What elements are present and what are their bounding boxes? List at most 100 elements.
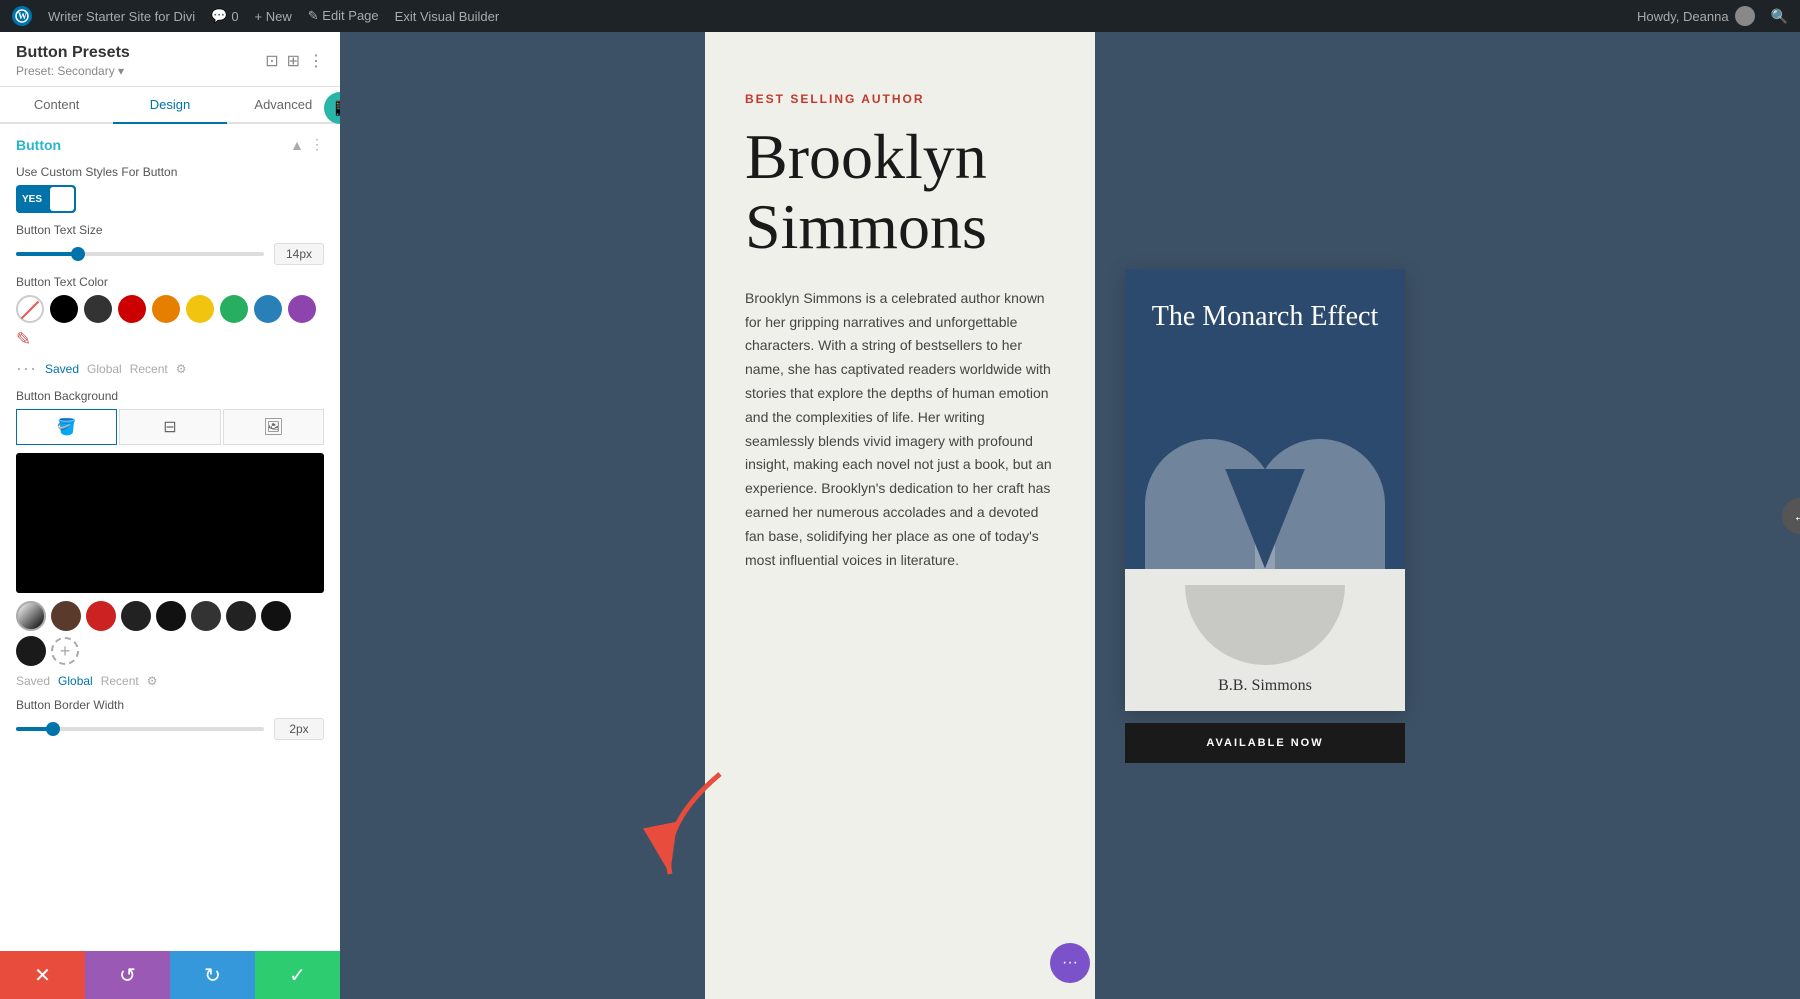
text-size-slider-track[interactable] xyxy=(16,252,264,256)
dark-color-picker-icon[interactable] xyxy=(16,601,46,631)
color-swatch-green[interactable] xyxy=(220,295,248,323)
save-button[interactable]: ✓ xyxy=(255,951,340,999)
bg-label: Button Background xyxy=(16,389,324,403)
book-cover: The Monarch Effect xyxy=(1125,269,1405,569)
howdy-text: Howdy, Deanna xyxy=(1637,9,1729,24)
preset-dots-1[interactable]: ··· xyxy=(16,358,37,379)
color-swatch-blue[interactable] xyxy=(254,295,282,323)
border-width-slider-row: 2px xyxy=(16,718,324,740)
preset-settings-2[interactable]: ⚙ xyxy=(147,674,158,688)
wp-admin-bar: W Writer Starter Site for Divi 💬 0 + New… xyxy=(0,0,1800,32)
new-button[interactable]: + New xyxy=(255,9,292,24)
dark-swatch-6[interactable] xyxy=(16,636,46,666)
redo-button[interactable]: ↻ xyxy=(170,951,255,999)
border-width-value[interactable]: 2px xyxy=(274,718,324,740)
section-header: Button ▲ ⋮ xyxy=(16,136,324,153)
comment-count: 0 xyxy=(231,9,238,24)
dark-swatch-1[interactable] xyxy=(121,601,151,631)
bg-gradient-btn[interactable]: ⊟ xyxy=(119,409,220,445)
bg-color-preview[interactable] xyxy=(16,453,324,593)
color-swatch-red[interactable] xyxy=(118,295,146,323)
dark-swatch-brown[interactable] xyxy=(51,601,81,631)
comments-button[interactable]: 💬 0 xyxy=(211,8,238,24)
recent-link-1[interactable]: Recent xyxy=(130,362,168,376)
bottom-action-bar: ✕ ↺ ↻ ✓ xyxy=(0,951,340,999)
recent-link-2[interactable]: Recent xyxy=(101,674,139,688)
text-size-label: Button Text Size xyxy=(16,223,324,237)
panel-content: Button ▲ ⋮ Use Custom Styles For Button … xyxy=(0,124,340,951)
comment-bubble-icon: 💬 xyxy=(211,8,227,24)
section-icons: ▲ ⋮ xyxy=(290,136,324,153)
book-bottom-circle xyxy=(1185,585,1345,665)
bg-image-btn[interactable]: 🖼 xyxy=(223,409,324,445)
add-color-button[interactable]: + xyxy=(51,637,79,665)
panel-preset[interactable]: Preset: Secondary ▾ xyxy=(16,64,130,78)
dark-color-swatches: + xyxy=(16,601,324,666)
panel-icon-menu[interactable]: ⋮ xyxy=(308,51,324,71)
section-title: Button xyxy=(16,137,61,153)
hero-section: BEST SELLING AUTHOR Brooklyn Simmons Bro… xyxy=(705,32,1435,999)
hero-right: The Monarch Effect B.B. Simmons AVAILABL… xyxy=(1095,32,1435,999)
undo-button[interactable]: ↺ xyxy=(85,951,170,999)
text-size-slider-thumb[interactable] xyxy=(71,247,85,261)
tab-advanced[interactable]: Advanced xyxy=(227,87,340,124)
global-link-2[interactable]: Global xyxy=(58,674,93,688)
user-avatar[interactable] xyxy=(1735,6,1755,26)
dark-swatch-red[interactable] xyxy=(86,601,116,631)
wp-logo-icon[interactable]: W xyxy=(12,6,32,26)
dark-swatch-3[interactable] xyxy=(191,601,221,631)
hero-bio: Brooklyn Simmons is a celebrated author … xyxy=(745,287,1055,573)
section-collapse-icon[interactable]: ▲ xyxy=(290,137,304,153)
three-dots-button[interactable]: ··· xyxy=(1050,943,1090,983)
page-canvas: ↔ BEST SELLING AUTHOR Brooklyn Simmons B… xyxy=(340,32,1800,999)
text-color-swatches: ✎ xyxy=(16,295,324,350)
text-size-value[interactable]: 14px xyxy=(274,243,324,265)
color-swatch-orange[interactable] xyxy=(152,295,180,323)
available-now-button[interactable]: AVAILABLE NOW xyxy=(1125,723,1405,763)
panel-title: Button Presets xyxy=(16,44,130,62)
color-swatch-transparent[interactable] xyxy=(16,295,44,323)
dark-swatch-2[interactable] xyxy=(156,601,186,631)
book-author: B.B. Simmons xyxy=(1218,677,1312,695)
svg-text:W: W xyxy=(18,11,27,21)
text-size-slider-fill xyxy=(16,252,78,256)
panel-icon-restore[interactable]: ⊡ xyxy=(265,51,278,71)
book-card: The Monarch Effect B.B. Simmons xyxy=(1125,269,1405,711)
global-link-1[interactable]: Global xyxy=(87,362,122,376)
tab-content[interactable]: Content xyxy=(0,87,113,124)
dark-swatch-5[interactable] xyxy=(261,601,291,631)
bg-type-buttons: 🪣 ⊟ 🖼 xyxy=(16,409,324,445)
color-swatch-purple[interactable] xyxy=(288,295,316,323)
preset-settings-1[interactable]: ⚙ xyxy=(176,362,187,376)
border-slider-thumb[interactable] xyxy=(46,722,60,736)
hero-name: Brooklyn Simmons xyxy=(745,122,1055,263)
custom-styles-toggle[interactable]: YES xyxy=(16,185,76,213)
border-slider-track[interactable] xyxy=(16,727,264,731)
text-size-slider-row: 14px xyxy=(16,243,324,265)
site-name[interactable]: Writer Starter Site for Divi xyxy=(48,9,195,24)
white-page: BEST SELLING AUTHOR Brooklyn Simmons Bro… xyxy=(705,32,1435,999)
bg-color-btn[interactable]: 🪣 xyxy=(16,409,117,445)
panel-header-icons: ⊡ ⊞ ⋮ xyxy=(265,51,324,71)
tab-design[interactable]: Design xyxy=(113,87,226,124)
saved-link-2[interactable]: Saved xyxy=(16,674,50,688)
edit-page-button[interactable]: ✎ Edit Page xyxy=(308,8,379,24)
dark-swatch-4[interactable] xyxy=(226,601,256,631)
panel-icon-grid[interactable]: ⊞ xyxy=(287,51,300,71)
resize-handle[interactable]: ↔ xyxy=(1782,498,1800,534)
color-swatch-yellow[interactable] xyxy=(186,295,214,323)
saved-link-1[interactable]: Saved xyxy=(45,362,79,376)
custom-styles-label: Use Custom Styles For Button xyxy=(16,165,324,179)
exit-builder-button[interactable]: Exit Visual Builder xyxy=(395,9,500,24)
color-swatch-black[interactable] xyxy=(50,295,78,323)
preset-row-1: ··· Saved Global Recent ⚙ xyxy=(16,358,324,379)
toggle-yes-label: YES xyxy=(16,185,48,213)
color-swatch-dark-gray[interactable] xyxy=(84,295,112,323)
color-picker-icon[interactable]: ✎ xyxy=(16,329,31,350)
section-menu-icon[interactable]: ⋮ xyxy=(310,136,324,153)
text-color-label: Button Text Color xyxy=(16,275,324,289)
book-title: The Monarch Effect xyxy=(1132,269,1399,335)
close-button[interactable]: ✕ xyxy=(0,951,85,999)
search-icon[interactable]: 🔍 xyxy=(1771,8,1788,25)
howdy-label: Howdy, Deanna xyxy=(1637,6,1755,26)
